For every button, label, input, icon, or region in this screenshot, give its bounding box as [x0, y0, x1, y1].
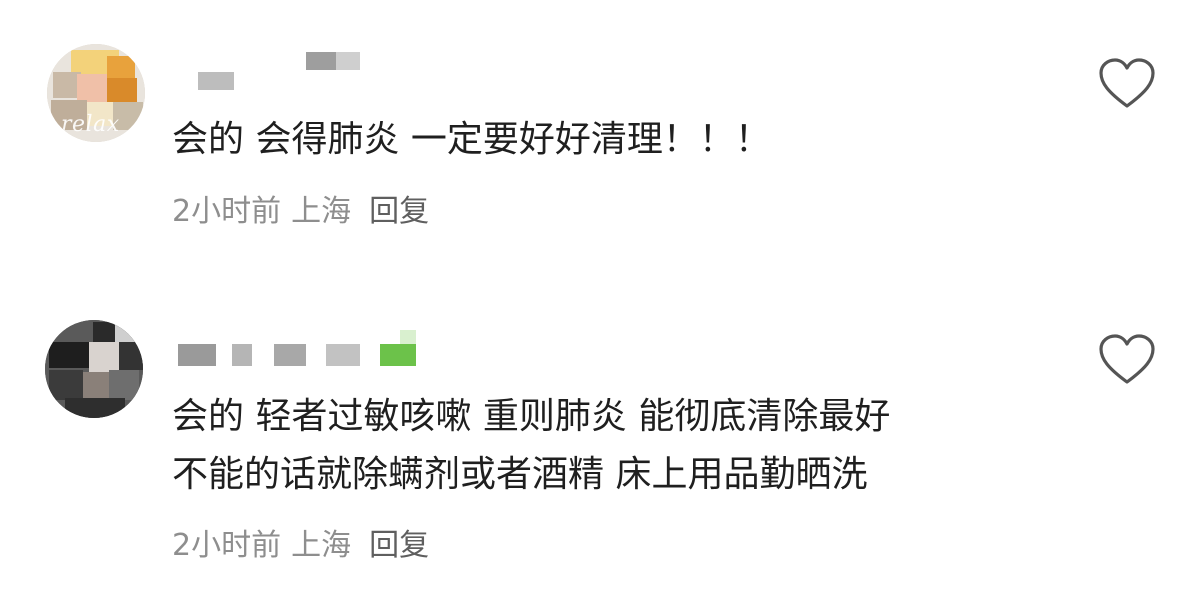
- username[interactable]: [198, 52, 368, 90]
- reply-button[interactable]: 回复: [369, 528, 429, 563]
- comment-item: 会的 轻者过敏咳嗽 重则肺炎 能彻底清除最好 不能的话就除螨剂或者酒精 床上用品…: [0, 300, 1200, 605]
- comment-time: 2小时前: [172, 194, 282, 229]
- comment-text-line-1: 会的 轻者过敏咳嗽 重则肺炎 能彻底清除最好: [172, 396, 891, 437]
- comment-location: 上海: [291, 194, 352, 229]
- avatar[interactable]: relax: [47, 44, 145, 142]
- comment-meta: 2小时前 上海 回复: [172, 186, 439, 230]
- reply-button[interactable]: 回复: [369, 194, 429, 229]
- comment-text-line-2: 不能的话就除螨剂或者酒精 床上用品勤晒洗: [172, 454, 868, 495]
- username[interactable]: [178, 328, 418, 366]
- comment-time: 2小时前: [172, 528, 282, 563]
- comment-text: 会的 会得肺炎 一定要好好清理！！！: [172, 119, 771, 160]
- comment-meta: 2小时前 上海 回复: [172, 520, 439, 564]
- heart-outline-icon[interactable]: [1098, 334, 1156, 386]
- comment-location: 上海: [291, 528, 352, 563]
- comment-item: relax 会的 会得肺炎 一定要好好清理！！！ 2小时前 上海 回复: [0, 0, 1200, 260]
- avatar-watermark-text: relax: [61, 112, 120, 137]
- heart-outline-icon[interactable]: [1098, 58, 1156, 110]
- avatar[interactable]: [45, 320, 143, 418]
